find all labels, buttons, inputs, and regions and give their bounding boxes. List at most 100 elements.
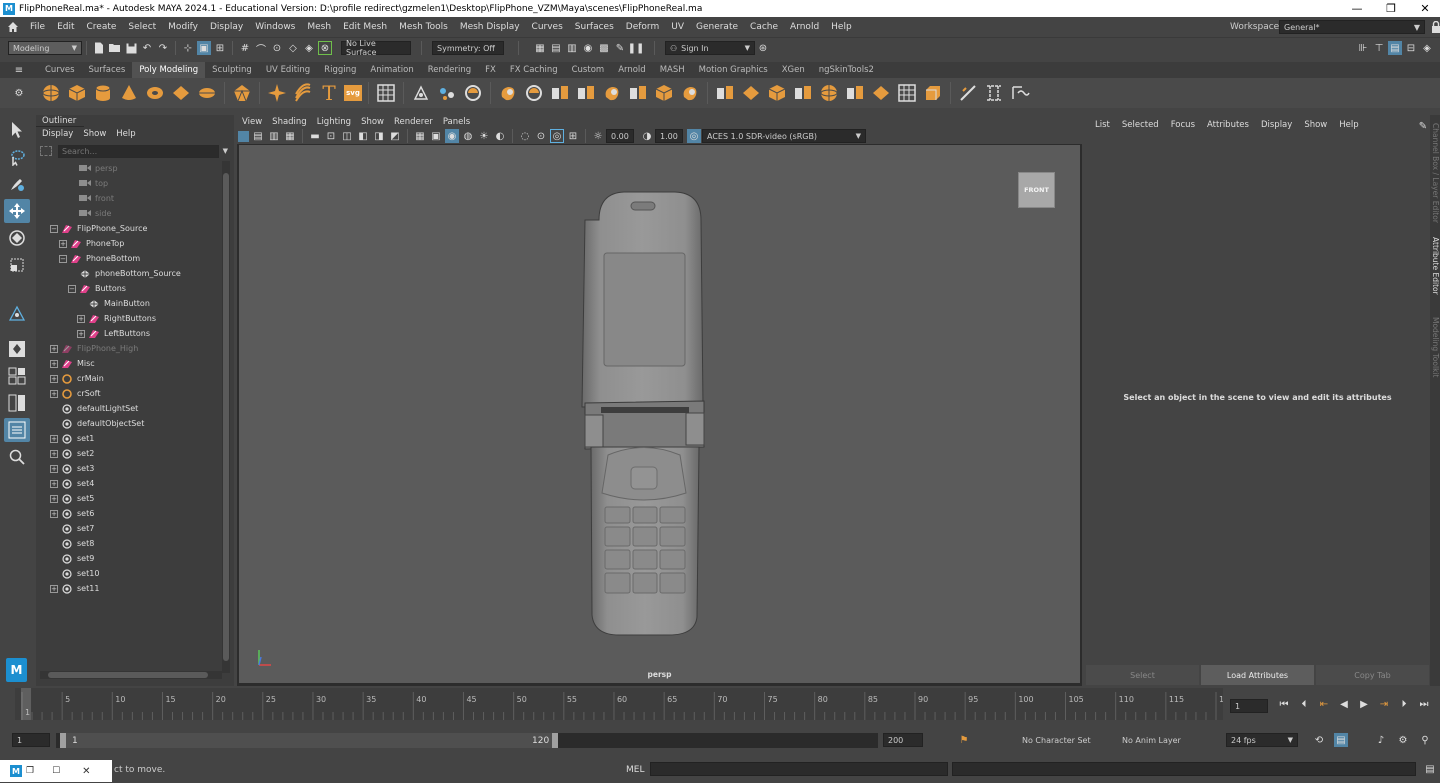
outliner-item[interactable]: + set1 bbox=[50, 431, 220, 446]
circularize-icon[interactable] bbox=[1009, 82, 1031, 104]
play-forwards-icon[interactable]: ▶ bbox=[1357, 697, 1371, 711]
paint-select-tool-icon[interactable] bbox=[4, 172, 30, 196]
outliner-item[interactable]: front bbox=[50, 191, 220, 206]
polygon-torus-icon[interactable] bbox=[144, 82, 166, 104]
polygon-cylinder-icon[interactable] bbox=[92, 82, 114, 104]
ae-menu-attributes[interactable]: Attributes bbox=[1207, 120, 1249, 130]
expand-icon[interactable]: + bbox=[77, 329, 85, 338]
ae-menu-list[interactable]: List bbox=[1095, 120, 1110, 130]
select-tool-icon[interactable] bbox=[4, 118, 30, 142]
ae-menu-selected[interactable]: Selected bbox=[1122, 120, 1159, 130]
mel-label[interactable]: MEL bbox=[626, 765, 644, 775]
expand-icon[interactable]: + bbox=[50, 434, 58, 443]
shelf-tab-poly-modeling[interactable]: Poly Modeling bbox=[132, 62, 206, 78]
gamma-field[interactable]: 1.00 bbox=[655, 129, 683, 143]
scrollbar-thumb[interactable] bbox=[223, 173, 229, 661]
viewport-menu-renderer[interactable]: Renderer bbox=[389, 117, 438, 127]
shelf-tab-animation[interactable]: Animation bbox=[363, 62, 420, 78]
boolean-difference-icon[interactable] bbox=[523, 82, 545, 104]
safe-title-icon[interactable]: ◩ bbox=[388, 129, 402, 143]
wireframe-on-shaded-icon[interactable]: ⊞ bbox=[566, 129, 580, 143]
mirror-icon[interactable] bbox=[575, 82, 597, 104]
menu-file[interactable]: File bbox=[24, 22, 51, 32]
ae-menu-show[interactable]: Show bbox=[1304, 120, 1327, 130]
shelf-tab-xgen[interactable]: XGen bbox=[775, 62, 812, 78]
scrollbar-thumb[interactable] bbox=[48, 672, 208, 678]
menu-mesh[interactable]: Mesh bbox=[301, 22, 337, 32]
range-end-handle[interactable] bbox=[552, 733, 558, 748]
poke-icon[interactable] bbox=[792, 82, 814, 104]
separate-icon[interactable] bbox=[436, 82, 458, 104]
outliner-vertical-scrollbar[interactable] bbox=[222, 161, 230, 673]
viewport-menu-shading[interactable]: Shading bbox=[267, 117, 312, 127]
outliner-tab[interactable]: Outliner bbox=[36, 115, 84, 127]
close-button[interactable]: ✕ bbox=[1409, 0, 1440, 17]
outliner-item[interactable]: set10 bbox=[50, 566, 220, 581]
polygon-cone-icon[interactable] bbox=[118, 82, 140, 104]
range-slider-bar-fill[interactable] bbox=[66, 733, 553, 748]
edge-loop-icon[interactable] bbox=[957, 82, 979, 104]
expand-icon[interactable]: + bbox=[59, 239, 67, 248]
shelf-menu-icon[interactable]: ≡ bbox=[12, 63, 26, 77]
step-forward-key-icon[interactable]: ⇥ bbox=[1377, 697, 1391, 711]
menu-select[interactable]: Select bbox=[122, 22, 162, 32]
menuset-dropdown[interactable]: Modeling ▼ bbox=[8, 41, 82, 55]
connect-icon[interactable] bbox=[870, 82, 892, 104]
four-pane-layout-icon[interactable] bbox=[4, 364, 30, 388]
shelf-tab-mash[interactable]: MASH bbox=[653, 62, 692, 78]
animation-start-field[interactable]: 1 bbox=[12, 733, 50, 747]
render-view-icon[interactable]: ▩ bbox=[597, 41, 611, 55]
snap-surface-icon[interactable]: ◈ bbox=[302, 41, 316, 55]
select-component-icon[interactable]: ⊞ bbox=[213, 41, 227, 55]
menu-generate[interactable]: Generate bbox=[690, 22, 744, 32]
lasso-tool-icon[interactable] bbox=[4, 145, 30, 169]
film-gate-icon[interactable]: ▬ bbox=[308, 129, 322, 143]
menu-help[interactable]: Help bbox=[825, 22, 858, 32]
menu-cache[interactable]: Cache bbox=[744, 22, 784, 32]
menu-uv[interactable]: UV bbox=[665, 22, 690, 32]
animation-end-field[interactable]: 200 bbox=[883, 733, 923, 747]
pin-icon[interactable]: ✎ bbox=[1416, 119, 1430, 133]
ae-copy-tab-button[interactable]: Copy Tab bbox=[1316, 665, 1429, 685]
outliner-item[interactable]: set8 bbox=[50, 536, 220, 551]
restore-button[interactable]: ❐ bbox=[1375, 0, 1407, 17]
minimized-window[interactable]: M ❐ ☐ ✕ bbox=[0, 760, 112, 782]
snap-view-plane-icon[interactable]: ◇ bbox=[286, 41, 300, 55]
outliner-item[interactable]: − FlipPhone_Source bbox=[50, 221, 220, 236]
polygon-plane-icon[interactable] bbox=[170, 82, 192, 104]
channel-box-side-tab[interactable]: Channel Box / Layer Editor bbox=[1431, 123, 1440, 223]
play-backwards-icon[interactable]: ◀ bbox=[1337, 697, 1351, 711]
loop-icon[interactable]: ⟲ bbox=[1312, 733, 1326, 747]
outliner-item[interactable]: defaultLightSet bbox=[50, 401, 220, 416]
field-chart-icon[interactable]: ◧ bbox=[356, 129, 370, 143]
expand-icon[interactable]: + bbox=[50, 344, 58, 353]
lock-icon[interactable] bbox=[1429, 20, 1440, 34]
go-to-end-icon[interactable]: ⏭ bbox=[1417, 697, 1431, 711]
save-scene-icon[interactable] bbox=[124, 41, 138, 55]
rotate-tool-icon[interactable] bbox=[4, 226, 30, 250]
extrude-icon[interactable] bbox=[714, 82, 736, 104]
boolean-union-icon[interactable] bbox=[497, 82, 519, 104]
symmetry-dropdown[interactable]: Symmetry: Off bbox=[432, 41, 504, 55]
new-scene-icon[interactable] bbox=[92, 41, 106, 55]
bevel-icon[interactable] bbox=[740, 82, 762, 104]
search-icon[interactable] bbox=[4, 445, 30, 469]
outliner-item[interactable]: + LeftButtons bbox=[50, 326, 220, 341]
restore-icon[interactable]: ❐ bbox=[26, 766, 34, 776]
filter-icon[interactable] bbox=[40, 146, 52, 156]
safe-action-icon[interactable]: ◨ bbox=[372, 129, 386, 143]
outliner-menu-help[interactable]: Help bbox=[116, 129, 135, 139]
hypershade-icon[interactable]: ◉ bbox=[581, 41, 595, 55]
color-management-icon[interactable]: ◎ bbox=[687, 129, 701, 143]
viewport-menu-view[interactable]: View bbox=[237, 117, 267, 127]
xray-joints-icon[interactable]: ⊙ bbox=[534, 129, 548, 143]
outliner-item[interactable]: + set3 bbox=[50, 461, 220, 476]
menu-edit-mesh[interactable]: Edit Mesh bbox=[337, 22, 393, 32]
view-cube[interactable]: FRONT bbox=[1018, 172, 1055, 208]
step-back-key-icon[interactable]: ⇤ bbox=[1317, 697, 1331, 711]
shelf-tab-custom[interactable]: Custom bbox=[565, 62, 612, 78]
uv-editor-icon[interactable] bbox=[375, 82, 397, 104]
outliner-item[interactable]: − Buttons bbox=[50, 281, 220, 296]
make-live-icon[interactable]: ⊗ bbox=[318, 41, 332, 55]
camera-attributes-icon[interactable]: ▤ bbox=[251, 129, 265, 143]
